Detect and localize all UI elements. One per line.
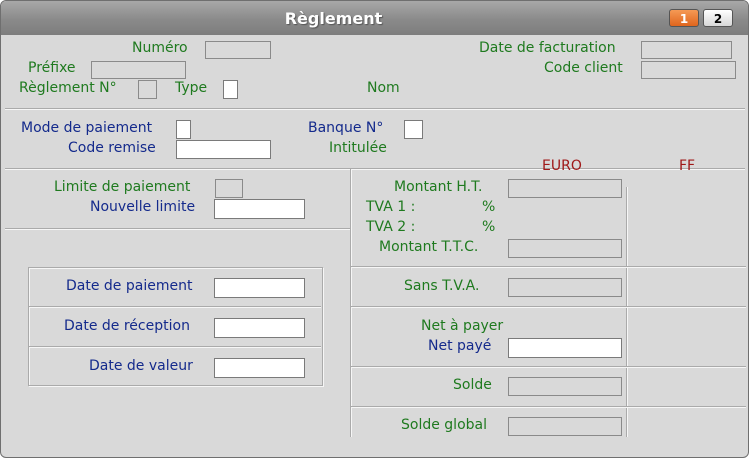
code-client-label: Code client [544, 60, 623, 76]
limite-paiement-field[interactable] [215, 179, 243, 198]
mode-paiement-field[interactable] [176, 120, 191, 139]
solde-global-field[interactable] [508, 417, 622, 436]
numero-field[interactable] [205, 41, 271, 59]
banque-field[interactable] [404, 120, 423, 139]
code-remise-label: Code remise [68, 140, 156, 156]
divider [5, 228, 350, 230]
date-reception-field[interactable] [214, 318, 305, 338]
date-valeur-field[interactable] [214, 358, 305, 378]
ff-header: FF [679, 158, 696, 174]
solde-field[interactable] [508, 377, 622, 396]
reglement-field[interactable] [138, 80, 157, 99]
divider [351, 266, 746, 268]
divider [351, 306, 746, 308]
date-facturation-label: Date de facturation [479, 40, 616, 56]
net-paye-field[interactable] [508, 338, 622, 358]
date-valeur-label: Date de valeur [89, 358, 193, 374]
montant-ht-field[interactable] [508, 179, 622, 198]
divider [29, 346, 321, 348]
type-label: Type [175, 80, 208, 96]
divider [5, 168, 745, 170]
montant-ht-label: Montant H.T. [394, 179, 483, 195]
reglement-label: Règlement N° [19, 80, 117, 96]
tva2-percent: % [482, 219, 496, 235]
banque-label: Banque N° [308, 120, 384, 136]
date-paiement-field[interactable] [214, 278, 305, 298]
tva1-label: TVA 1 : [366, 199, 416, 215]
sans-tva-label: Sans T.V.A. [404, 278, 480, 294]
prefixe-label: Préfixe [28, 60, 76, 76]
divider [351, 406, 746, 408]
column-divider [350, 169, 352, 437]
prefixe-field[interactable] [91, 61, 186, 79]
code-client-field[interactable] [641, 61, 736, 79]
net-a-payer-label: Net à payer [421, 318, 504, 334]
reglement-window: Règlement 1 2 Numéro Préfixe Règlement N… [0, 0, 749, 458]
page-2-button[interactable]: 2 [703, 9, 733, 27]
window-title: Règlement [284, 9, 383, 28]
montant-ttc-label: Montant T.T.C. [379, 239, 479, 255]
net-paye-label: Net payé [428, 338, 492, 354]
solde-label: Solde [453, 377, 492, 393]
euro-header: EURO [542, 158, 582, 174]
nouvelle-limite-label: Nouvelle limite [90, 199, 196, 215]
date-reception-label: Date de réception [64, 318, 190, 334]
date-paiement-label: Date de paiement [66, 278, 193, 294]
solde-global-label: Solde global [401, 417, 487, 433]
intitulee-label: Intitulée [329, 140, 387, 156]
page-1-button[interactable]: 1 [669, 9, 699, 27]
divider [5, 108, 745, 110]
title-bar: Règlement 1 2 [1, 1, 748, 35]
divider [29, 306, 321, 308]
nouvelle-limite-field[interactable] [214, 199, 305, 219]
mode-paiement-label: Mode de paiement [21, 120, 153, 136]
tva1-percent: % [482, 199, 496, 215]
limite-paiement-label: Limite de paiement [54, 179, 191, 195]
tva2-label: TVA 2 : [366, 219, 416, 235]
column-divider [626, 187, 628, 437]
code-remise-field[interactable] [176, 140, 271, 159]
sans-tva-field[interactable] [508, 278, 622, 297]
divider [351, 366, 746, 368]
date-facturation-field[interactable] [641, 41, 732, 59]
montant-ttc-field[interactable] [508, 239, 622, 258]
nom-label: Nom [367, 80, 400, 96]
type-field[interactable] [223, 80, 238, 99]
numero-label: Numéro [132, 40, 188, 56]
